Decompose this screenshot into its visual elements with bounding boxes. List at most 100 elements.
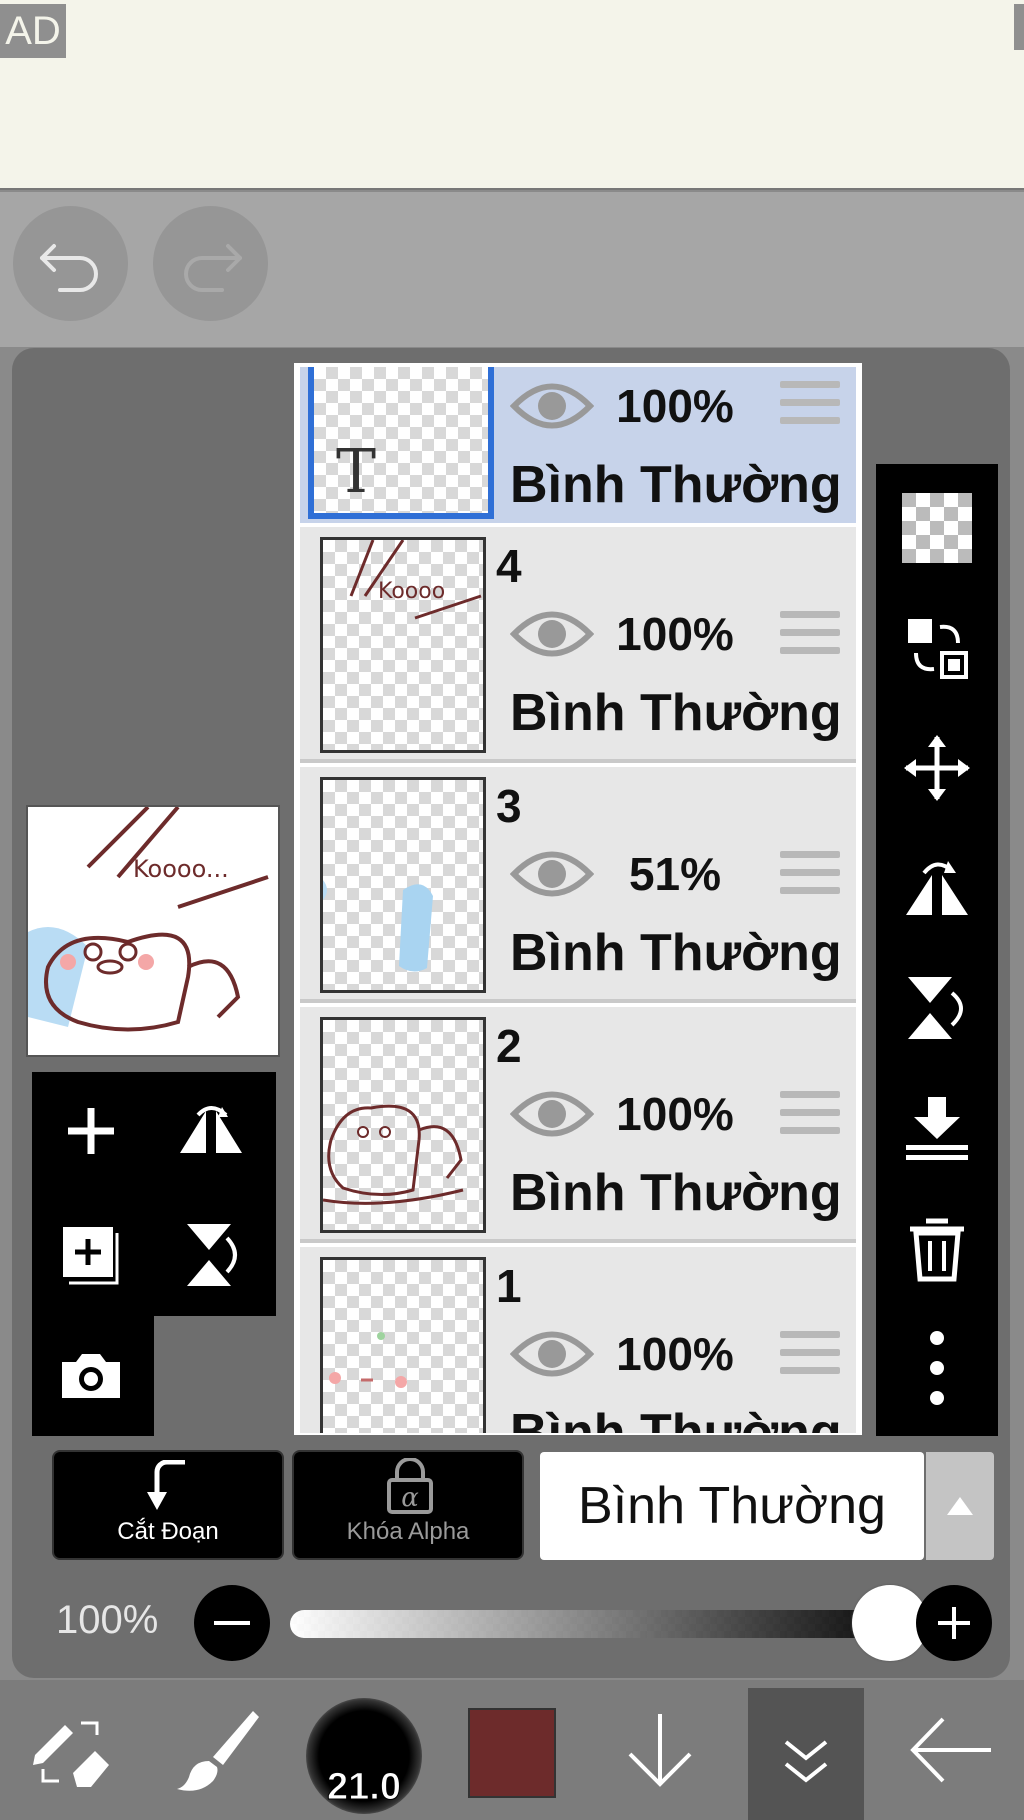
drag-handle-icon[interactable] <box>780 1331 840 1381</box>
visibility-eye-icon[interactable] <box>510 1083 594 1145</box>
opacity-label: 100% <box>56 1598 159 1642</box>
add-layer-button[interactable] <box>36 1076 146 1186</box>
plus-icon <box>938 1607 970 1639</box>
layer-row-4[interactable]: Koooo 4 100% Bình Thường <box>300 527 856 763</box>
blend-mode-dropdown-button[interactable] <box>926 1452 994 1560</box>
undo-button[interactable] <box>13 206 128 321</box>
move-icon <box>904 735 970 801</box>
alpha-lock-label: Khóa Alpha <box>346 1518 470 1545</box>
arrow-left-icon <box>910 1717 991 1783</box>
opacity-increase-button[interactable] <box>916 1585 992 1661</box>
text-layer-glyph: T <box>336 437 377 507</box>
pen-eraser-icon <box>33 1721 109 1787</box>
redo-button[interactable] <box>153 206 268 321</box>
layer-opacity: 100% <box>616 380 734 432</box>
plus-icon <box>68 1108 114 1154</box>
clipping-button[interactable]: Cắt Đoạn <box>52 1450 284 1560</box>
merge-down-icon <box>906 1097 968 1160</box>
brush-icon <box>177 1711 259 1791</box>
brush-eraser-toggle-button[interactable] <box>20 1680 120 1820</box>
layer-list[interactable]: T 100% Bình Thường Koooo 4 100% Bình Thư… <box>294 363 862 1435</box>
blend-mode-select[interactable]: Bình Thường <box>540 1452 924 1560</box>
camera-icon <box>62 1354 120 1398</box>
layer-thumbnail[interactable]: T <box>308 367 494 519</box>
visibility-eye-icon[interactable] <box>510 603 594 665</box>
flip-vertical-icon <box>908 977 963 1039</box>
move-down-button[interactable] <box>610 1680 710 1820</box>
arrow-down-icon <box>628 1714 692 1787</box>
transparency-button[interactable] <box>887 478 987 578</box>
layer-opacity: 100% <box>616 608 734 660</box>
more-options-button[interactable] <box>887 1318 987 1418</box>
opacity-decrease-button[interactable] <box>194 1585 270 1661</box>
checkerboard-icon <box>902 493 972 563</box>
flip-vertical-layer-button[interactable] <box>887 958 987 1058</box>
brush-tool-button[interactable] <box>168 1680 268 1820</box>
drag-handle-icon[interactable] <box>780 1091 840 1141</box>
left-tool-panel-bottom <box>32 1316 154 1436</box>
layer-row-text[interactable]: T 100% Bình Thường <box>300 367 856 523</box>
layer4-koooo-text: Koooo <box>378 579 445 604</box>
drag-handle-icon[interactable] <box>780 851 840 901</box>
clip-arrow-icon <box>147 1460 185 1510</box>
merge-down-button[interactable] <box>887 1078 987 1178</box>
left-tool-panel <box>32 1072 276 1316</box>
flip-vertical-icon <box>187 1224 237 1286</box>
layer-thumbnail[interactable]: Koooo <box>320 537 486 753</box>
layer-number: 2 <box>496 1020 522 1072</box>
layer-opacity: 51% <box>628 848 722 900</box>
canvas-drawing: Koooo... <box>28 807 269 1032</box>
brush-size-value: 21.0 <box>327 1766 402 1809</box>
layer-blend-mode: Bình Thường <box>510 456 842 514</box>
alpha-lock-button[interactable]: α Khóa Alpha <box>292 1450 524 1560</box>
color-swatch[interactable] <box>468 1708 556 1798</box>
swap-layers-button[interactable] <box>887 598 987 698</box>
top-controls <box>0 192 1024 347</box>
visibility-eye-icon[interactable] <box>510 843 594 905</box>
layer-number: 1 <box>496 1260 522 1312</box>
trash-icon <box>910 1218 964 1282</box>
layer-blend-mode: Bình Thường <box>510 1164 842 1222</box>
flip-horizontal-icon <box>180 1106 242 1153</box>
camera-button[interactable] <box>36 1320 146 1430</box>
flip-horizontal-button[interactable] <box>156 1076 266 1186</box>
redo-icon <box>183 243 242 292</box>
undo-icon <box>39 243 98 292</box>
lock-icon: α <box>387 1458 433 1514</box>
layer-row-1[interactable]: 1 100% Bình Thường <box>300 1247 856 1435</box>
layer-row-2[interactable]: 2 100% Bình Thường <box>300 1007 856 1243</box>
more-vertical-icon <box>930 1331 944 1405</box>
layer-blend-mode: Bình Thường <box>510 924 842 982</box>
clipping-label: Cắt Đoạn <box>117 1518 219 1545</box>
layer-opacity: 100% <box>616 1328 734 1380</box>
move-button[interactable] <box>887 718 987 818</box>
drag-handle-icon[interactable] <box>780 611 840 661</box>
flip-horizontal-icon <box>906 861 968 915</box>
ad-corner-marker <box>1014 4 1024 50</box>
layer-number: 3 <box>496 780 522 832</box>
drag-handle-icon[interactable] <box>780 381 840 431</box>
collapse-panel-button[interactable] <box>748 1688 864 1820</box>
layer-row-3[interactable]: 3 51% Bình Thường <box>300 767 856 1003</box>
duplicate-layer-icon <box>63 1227 119 1285</box>
layer-thumbnail[interactable] <box>320 1017 486 1233</box>
duplicate-layer-button[interactable] <box>36 1200 146 1310</box>
double-chevron-down-icon <box>784 1740 828 1783</box>
opacity-slider-track[interactable] <box>290 1610 890 1638</box>
layer-thumbnail[interactable] <box>320 777 486 993</box>
visibility-eye-icon[interactable] <box>510 1323 594 1385</box>
layer-blend-mode: Bình Thường <box>510 1404 842 1435</box>
alpha-symbol: α <box>401 1483 419 1513</box>
triangle-up-icon <box>947 1497 973 1515</box>
blend-mode-value: Bình Thường <box>578 1477 886 1535</box>
back-button[interactable] <box>900 1680 1000 1820</box>
layer-thumbnail[interactable] <box>320 1257 486 1433</box>
flip-vertical-button[interactable] <box>156 1200 266 1310</box>
ad-label: AD <box>0 4 66 58</box>
flip-horizontal-layer-button[interactable] <box>887 838 987 938</box>
visibility-eye-icon[interactable] <box>510 375 594 437</box>
canvas-preview[interactable]: Koooo... <box>26 805 280 1057</box>
right-tool-panel <box>876 464 998 1436</box>
delete-layer-button[interactable] <box>887 1198 987 1298</box>
ad-banner[interactable]: AD <box>0 0 1024 190</box>
